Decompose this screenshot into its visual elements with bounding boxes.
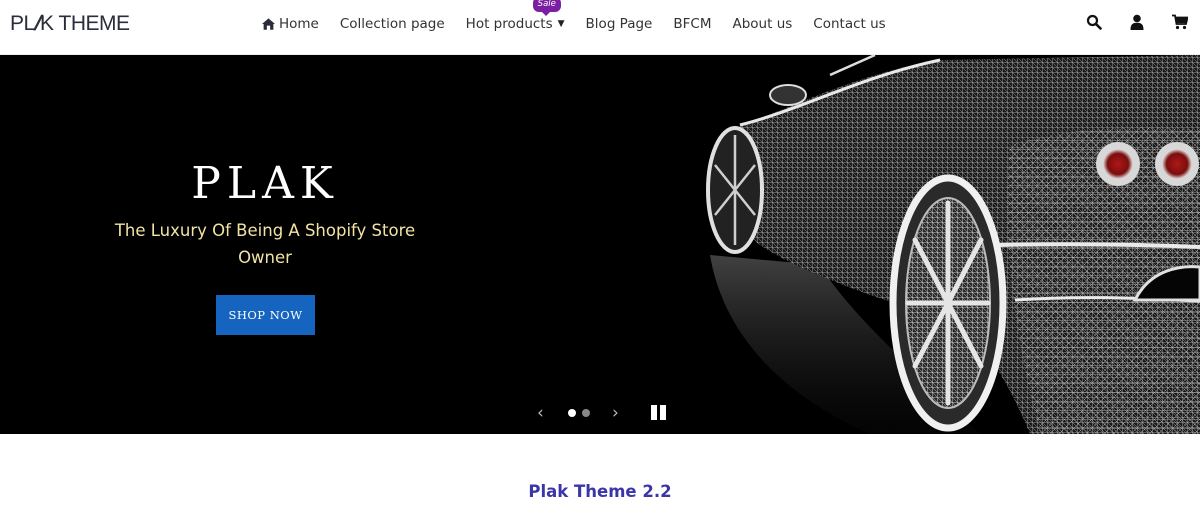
nav-blog-page[interactable]: Blog Page bbox=[586, 16, 653, 32]
hero-subtitle: The Luxury Of Being A Shopify Store Owne… bbox=[114, 221, 416, 267]
cart-icon[interactable] bbox=[1172, 14, 1188, 30]
nav-hot-products[interactable]: Hot products ▼ Sale bbox=[466, 0, 565, 32]
search-icon[interactable] bbox=[1086, 14, 1102, 30]
car-wireframe-image bbox=[706, 55, 1200, 434]
logo[interactable]: PL/K THEME bbox=[10, 12, 130, 36]
hero-title: PLAK bbox=[191, 158, 339, 209]
header-actions bbox=[1059, 14, 1188, 30]
nav-collection-page[interactable]: Collection page bbox=[340, 16, 445, 32]
slide-dot-2[interactable] bbox=[582, 409, 590, 417]
nav-home[interactable]: Home bbox=[262, 16, 319, 32]
chevron-left-icon[interactable]: ‹ bbox=[537, 403, 544, 423]
nav-contact-us[interactable]: Contact us bbox=[813, 16, 885, 32]
sale-badge: Sale bbox=[532, 0, 561, 16]
nav-about-us[interactable]: About us bbox=[732, 16, 792, 32]
chevron-right-icon[interactable]: › bbox=[612, 403, 619, 423]
nav-bfcm[interactable]: BFCM bbox=[673, 16, 711, 32]
user-icon[interactable] bbox=[1129, 14, 1145, 30]
hero-slider: PLAK The Luxury Of Being A Shopify Store… bbox=[0, 55, 1200, 434]
pause-icon[interactable] bbox=[651, 405, 666, 420]
slide-dot-1-active[interactable] bbox=[568, 409, 576, 417]
chevron-down-icon: ▼ bbox=[557, 19, 565, 29]
slider-controls: ‹ › bbox=[0, 403, 1200, 423]
main-nav: Home Collection page Hot products ▼ Sale… bbox=[262, 0, 907, 48]
home-icon bbox=[262, 18, 275, 30]
section-title: Plak Theme 2.2 bbox=[528, 482, 672, 501]
site-header: PL/K THEME Home Collection page Hot prod… bbox=[0, 0, 1200, 55]
shop-now-button[interactable]: SHOP NOW bbox=[216, 295, 315, 335]
